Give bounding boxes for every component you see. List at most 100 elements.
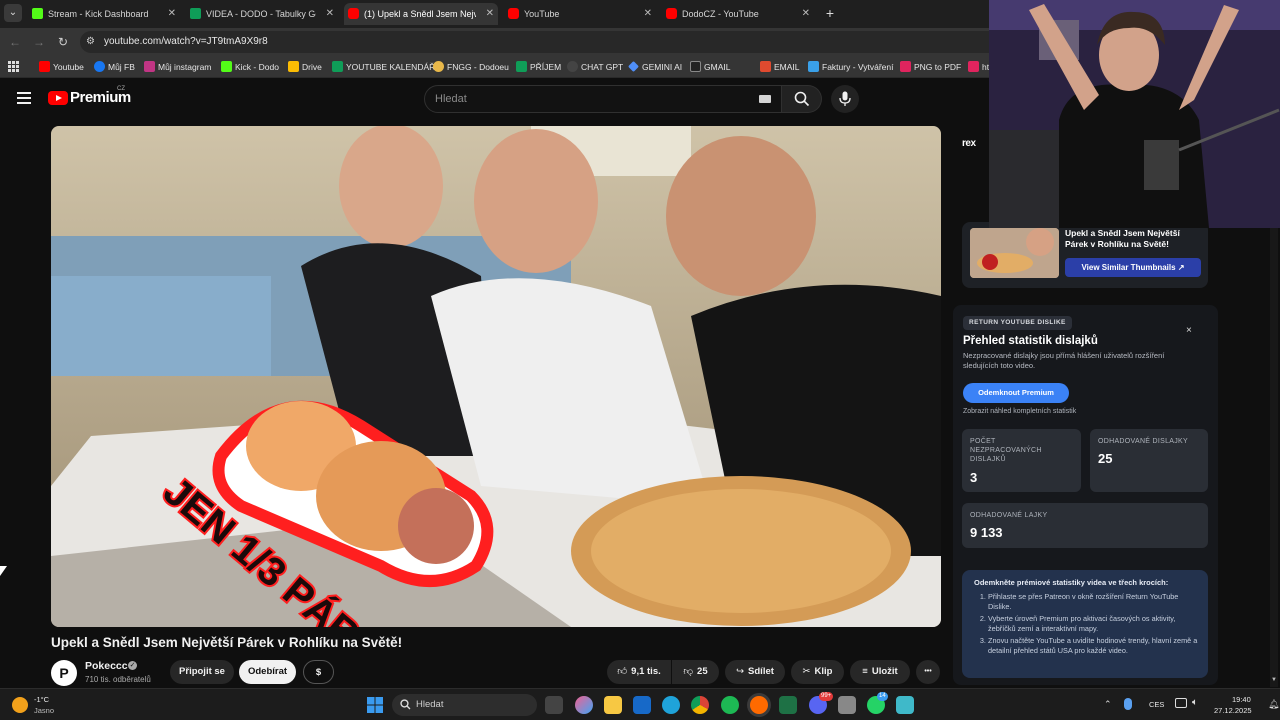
tab-title: VIDEA - DODO - Tabulky Googl (206, 9, 316, 19)
bookmark-faktury[interactable]: Faktury - Vytváření (808, 56, 893, 78)
close-tab-icon[interactable]: ✕ (644, 3, 652, 25)
close-tab-icon[interactable]: ✕ (486, 3, 494, 25)
edge-icon[interactable] (662, 696, 680, 714)
search-input[interactable]: Hledat (424, 85, 782, 113)
new-tab-button[interactable]: + (822, 4, 838, 22)
join-button[interactable]: Připojit se (170, 660, 234, 684)
subscriber-count: 710 tis. odběratelů (85, 675, 151, 684)
similar-thumbnail-image[interactable] (970, 228, 1059, 278)
search-button[interactable] (782, 85, 822, 113)
more-actions-button[interactable]: ••• (916, 660, 940, 684)
channel-name[interactable]: Pokeccc (85, 660, 128, 672)
tab-kick-dashboard[interactable]: Stream - Kick Dashboard ✕ (28, 3, 180, 25)
address-bar[interactable]: ⚙ youtube.com/watch?v=JT9tmA9X9r8 (80, 31, 1000, 53)
volume-icon[interactable]: 🔈︎ (1192, 697, 1198, 708)
weather-moon-icon[interactable] (12, 697, 28, 713)
file-explorer-icon[interactable] (604, 696, 622, 714)
subscribe-button[interactable]: Odebírat (239, 660, 296, 684)
save-playlist-icon: ≡ (862, 666, 868, 677)
bookmark-overflow[interactable]: ht (968, 56, 989, 78)
stat-value: 9 133 (970, 525, 1003, 540)
unlock-premium-button[interactable]: Odemknout Premium (963, 383, 1069, 403)
apps-grid-icon[interactable] (8, 56, 20, 78)
clock-date[interactable]: 27.12.2025 (1214, 706, 1252, 715)
close-tab-icon[interactable]: ✕ (326, 3, 334, 25)
calculator-icon[interactable] (838, 696, 856, 714)
video-title: Upekl a Snědl Jsem Největší Párek v Rohl… (51, 635, 403, 650)
step-item: Přihlaste se přes Patreon v okně rozšíře… (988, 592, 1200, 611)
stat-label: POČET NEZPRACOVANÝCH DISLAJKŮ (970, 438, 1042, 463)
clock-time[interactable]: 19:40 (1232, 695, 1251, 704)
share-arrow-icon: ↪ (736, 666, 745, 677)
task-view-icon[interactable] (545, 696, 563, 714)
clip-button[interactable]: ✂ Klip (791, 660, 844, 684)
close-tab-icon[interactable]: ✕ (168, 3, 176, 25)
forward-button[interactable]: → (31, 34, 47, 50)
bookmark-kick[interactable]: Kick - Dodo (221, 56, 279, 78)
back-button[interactable]: ← (7, 34, 23, 50)
voice-search-button[interactable] (831, 85, 859, 113)
close-icon[interactable]: × (1186, 325, 1192, 336)
bookmark-gmail[interactable]: GMAIL (690, 56, 730, 78)
bookmark-youtube[interactable]: Youtube (39, 56, 84, 78)
site-info-icon[interactable]: ⚙ (86, 36, 98, 48)
taskbar-search-input[interactable]: Hledat (392, 694, 537, 716)
stat-value: 25 (1098, 451, 1113, 466)
page-scrollbar[interactable]: ▲ ▼ (1270, 222, 1278, 687)
bookmark-email[interactable]: EMAIL (760, 56, 800, 78)
webcam-overlay (989, 0, 1280, 228)
tab-google-sheets[interactable]: VIDEA - DODO - Tabulky Googl ✕ (186, 3, 338, 25)
share-button[interactable]: ↪ Sdílet (725, 660, 785, 684)
tab-search-button[interactable]: ⌄ (4, 4, 22, 22)
tip-button[interactable]: $ (303, 660, 334, 684)
tab-dodocz-youtube[interactable]: DodoCZ - YouTube ✕ (662, 3, 814, 25)
spotify-icon[interactable] (721, 696, 739, 714)
dislike-button[interactable]: 👎︎ 25 (672, 660, 719, 684)
view-similar-thumbnails-button[interactable]: View Similar Thumbnails ↗ (1065, 258, 1201, 277)
like-button[interactable]: 👍︎ 9,1 tis. (607, 660, 671, 684)
copilot-icon[interactable] (575, 696, 593, 714)
bookmark-chatgpt[interactable]: CHAT GPT (567, 56, 623, 78)
bookmark-instagram[interactable]: Můj instagram (144, 56, 211, 78)
obs-icon[interactable] (750, 696, 768, 714)
sheets-icon (516, 61, 527, 72)
tray-overflow-icon[interactable]: ⌃ (1104, 699, 1112, 710)
channel-avatar[interactable]: P (51, 660, 77, 686)
bookmark-prijem[interactable]: PŘÍJEM (516, 56, 561, 78)
tab-title: YouTube (524, 9, 560, 19)
network-icon[interactable] (1175, 698, 1187, 708)
fngg-icon (433, 61, 444, 72)
bookmark-gemini[interactable]: GEMINI AI (628, 56, 682, 78)
keyboard-icon[interactable] (759, 95, 771, 103)
tab-title: DodoCZ - YouTube (682, 9, 759, 19)
sheets-icon (332, 61, 343, 72)
like-count: 9,1 tis. (631, 666, 661, 677)
outlook-icon[interactable] (633, 696, 651, 714)
tab-youtube[interactable]: YouTube ✕ (504, 3, 656, 25)
close-tab-icon[interactable]: ✕ (802, 3, 810, 25)
reload-button[interactable]: ↻ (55, 34, 71, 50)
chrome-icon[interactable] (691, 696, 709, 714)
notification-bell-icon[interactable]: 🔔︎ (1268, 699, 1279, 710)
save-button[interactable]: ≡ Uložit (850, 660, 910, 684)
notepad-icon[interactable] (896, 696, 914, 714)
bookmark-facebook[interactable]: Můj FB (94, 56, 135, 78)
excel-icon[interactable] (779, 696, 797, 714)
stat-estimated-likes: ODHADOVANÉ LAJKY 9 133 (962, 503, 1208, 548)
thumbs-down-icon: 👎︎ (683, 666, 694, 677)
bookmark-drive[interactable]: Drive (288, 56, 322, 78)
preview-full-stats-link[interactable]: Zobrazit náhled kompletních statistik (963, 408, 1076, 415)
scroll-down-icon[interactable]: ▼ (1271, 677, 1277, 683)
video-player[interactable]: JEN 1/3 PÁRKU (51, 126, 941, 627)
youtube-logo-icon[interactable] (48, 91, 68, 105)
windows-start-icon[interactable] (367, 697, 383, 713)
tab-current-video[interactable]: (1) Upekl a Snědl Jsem Největší ✕ (344, 3, 498, 25)
bookmark-fngg[interactable]: FNGG - Dodoeu (433, 56, 509, 78)
bookmark-youtube-calendar[interactable]: YOUTUBE KALENDÁŘ (332, 56, 435, 78)
similar-thumbnails-card: Upekl a Snědl Jsem Největší Párek v Rohl… (962, 222, 1208, 288)
search-icon (400, 699, 411, 710)
input-language[interactable]: CES (1149, 700, 1164, 709)
microphone-icon[interactable] (1124, 698, 1132, 710)
menu-icon[interactable] (17, 92, 31, 104)
bookmark-png-to-pdf[interactable]: PNG to PDF (900, 56, 961, 78)
